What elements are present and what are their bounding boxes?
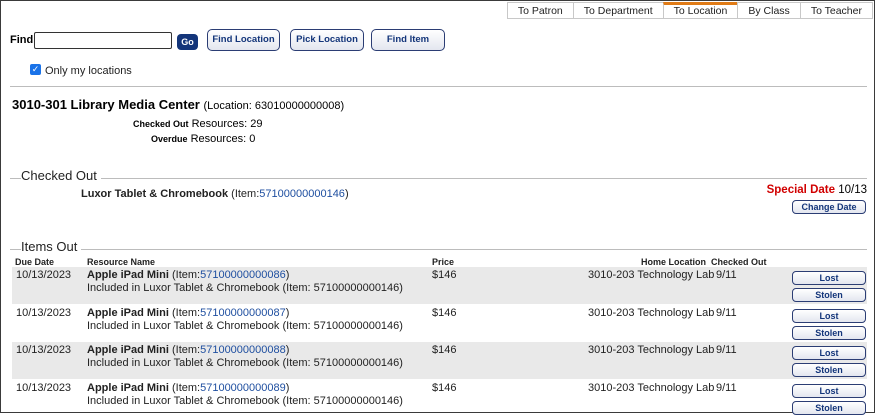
resource-name: Apple iPad Mini (Item:57100000000088) <box>87 344 289 356</box>
table-row: 10/13/2023 Apple iPad Mini (Item:5710000… <box>12 380 867 417</box>
item-barcode-link[interactable]: 57100000000087 <box>200 307 286 319</box>
section-divider <box>10 178 867 179</box>
stolen-button[interactable]: Stolen <box>792 288 866 302</box>
special-date: Special Date 10/13 <box>767 184 867 196</box>
pick-location-button[interactable]: Pick Location <box>290 29 364 51</box>
stolen-button[interactable]: Stolen <box>792 363 866 377</box>
tab-to-teacher[interactable]: To Teacher <box>799 2 873 19</box>
table-row: 10/13/2023 Apple iPad Mini (Item:5710000… <box>12 342 867 379</box>
checked-out-date: 9/11 <box>716 344 737 356</box>
home-location: 3010-203 Technology Lab <box>588 269 715 281</box>
item-suffix: ) <box>285 307 290 319</box>
item-barcode-link[interactable]: 57100000000086 <box>200 269 286 281</box>
included-in-text: Included in Luxor Tablet & Chromebook (I… <box>87 282 403 294</box>
special-date-value: 10/13 <box>838 184 867 196</box>
home-location: 3010-203 Technology Lab <box>588 382 715 394</box>
included-in-text: Included in Luxor Tablet & Chromebook (I… <box>87 320 403 332</box>
checked-out-item-barcode-link[interactable]: 57100000000146 <box>259 188 345 200</box>
item-barcode-link[interactable]: 57100000000089 <box>200 382 286 394</box>
item-prefix: (Item: <box>171 269 201 281</box>
item-prefix: (Item: <box>171 344 201 356</box>
checked-out-item-name: Luxor Tablet & Chromebook <box>81 188 229 200</box>
checked-out-date: 9/11 <box>716 307 737 319</box>
checked-out-date: 9/11 <box>716 269 737 281</box>
overdue-count: 0 <box>249 133 256 145</box>
col-resource-name: Resource Name <box>87 257 156 267</box>
special-date-label: Special Date <box>766 184 836 196</box>
lost-button[interactable]: Lost <box>792 271 866 285</box>
item-prefix: (Item: <box>231 188 260 200</box>
checked-out-item: Luxor Tablet & Chromebook (Item:57100000… <box>81 188 349 200</box>
find-location-button[interactable]: Find Location <box>207 29 280 51</box>
checked-out-date: 9/11 <box>716 382 737 394</box>
find-item-button[interactable]: Find Item <box>371 29 445 51</box>
lost-button[interactable]: Lost <box>792 384 866 398</box>
item-suffix: ) <box>285 382 290 394</box>
price: $146 <box>432 344 457 356</box>
checked-out-count: 29 <box>250 118 263 130</box>
item-prefix: (Item: <box>171 382 201 394</box>
tab-to-patron[interactable]: To Patron <box>506 2 573 19</box>
included-in-text: Included in Luxor Tablet & Chromebook (I… <box>87 357 403 369</box>
tab-bar: To Patron To Department To Location By C… <box>506 2 873 19</box>
resource-title: Apple iPad Mini <box>87 307 169 319</box>
only-my-locations-checkbox[interactable]: ✓ <box>30 64 41 75</box>
due-date: 10/13/2023 <box>16 344 72 356</box>
resource-name: Apple iPad Mini (Item:57100000000087) <box>87 307 289 319</box>
tab-to-department[interactable]: To Department <box>572 2 663 19</box>
resource-name: Apple iPad Mini (Item:57100000000086) <box>87 269 289 281</box>
location-name: 3010-301 Library Media Center <box>12 97 200 112</box>
checked-out-section-title: Checked Out <box>21 168 101 183</box>
resource-title: Apple iPad Mini <box>87 269 169 281</box>
go-button[interactable]: Go <box>177 34 198 50</box>
checked-out-stat: Checked Out Resources: 29 <box>133 118 263 130</box>
change-date-button[interactable]: Change Date <box>792 200 866 214</box>
table-row: 10/13/2023 Apple iPad Mini (Item:5710000… <box>12 267 867 304</box>
item-barcode-link[interactable]: 57100000000088 <box>200 344 286 356</box>
section-divider <box>10 249 867 250</box>
tab-to-location[interactable]: To Location <box>662 2 738 19</box>
price: $146 <box>432 307 457 319</box>
checked-out-prefix: Checked Out <box>133 119 189 129</box>
col-due-date: Due Date <box>15 257 55 267</box>
col-home-location: Home Location <box>641 257 707 267</box>
lost-button[interactable]: Lost <box>792 309 866 323</box>
overdue-resources-label: Resources: <box>190 133 247 145</box>
due-date: 10/13/2023 <box>16 382 72 394</box>
divider <box>10 86 867 87</box>
due-date: 10/13/2023 <box>16 307 72 319</box>
price: $146 <box>432 382 457 394</box>
only-my-locations-label: Only my locations <box>45 65 132 77</box>
home-location: 3010-203 Technology Lab <box>588 344 715 356</box>
stolen-button[interactable]: Stolen <box>792 326 866 340</box>
resource-name: Apple iPad Mini (Item:57100000000089) <box>87 382 289 394</box>
resource-title: Apple iPad Mini <box>87 344 169 356</box>
find-input[interactable] <box>34 32 172 49</box>
price: $146 <box>432 269 457 281</box>
overdue-prefix: Overdue <box>151 134 188 144</box>
find-label: Find <box>10 34 34 46</box>
resource-title: Apple iPad Mini <box>87 382 169 394</box>
home-location: 3010-203 Technology Lab <box>588 307 715 319</box>
checked-out-resources-label: Resources: <box>191 118 248 130</box>
item-suffix: ) <box>285 269 290 281</box>
col-price: Price <box>432 257 455 267</box>
due-date: 10/13/2023 <box>16 269 72 281</box>
item-suffix: ) <box>344 188 349 200</box>
item-suffix: ) <box>285 344 290 356</box>
table-row: 10/13/2023 Apple iPad Mini (Item:5710000… <box>12 305 867 342</box>
tab-by-class[interactable]: By Class <box>737 2 800 19</box>
item-prefix: (Item: <box>171 307 201 319</box>
items-out-section-title: Items Out <box>21 239 82 254</box>
included-in-text: Included in Luxor Tablet & Chromebook (I… <box>87 395 403 407</box>
location-title: 3010-301 Library Media Center (Location:… <box>12 97 344 112</box>
location-id: (Location: 63010000000008) <box>203 100 345 112</box>
lost-button[interactable]: Lost <box>792 346 866 360</box>
overdue-stat: Overdue Resources: 0 <box>151 133 255 145</box>
col-checked-out: Checked Out <box>711 257 767 267</box>
